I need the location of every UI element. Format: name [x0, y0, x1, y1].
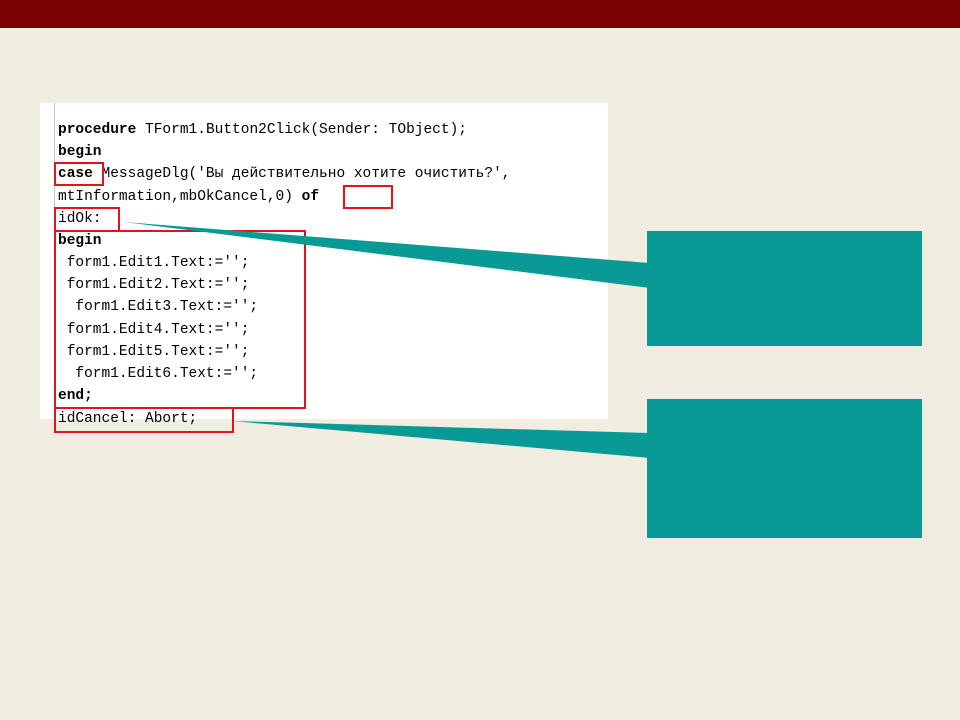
- callout-pointers: [124, 222, 650, 458]
- callout-pointer-bottom: [232, 421, 650, 458]
- callout-pointer-top: [124, 222, 650, 288]
- callout-box-bottom: [647, 399, 922, 538]
- callout-box-top: [647, 231, 922, 346]
